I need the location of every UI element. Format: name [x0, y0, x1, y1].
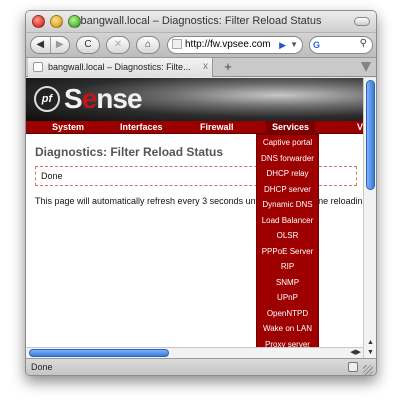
- horizontal-scroll-thumb[interactable]: [29, 349, 169, 357]
- vertical-scrollbar[interactable]: ▲ ▼: [363, 78, 376, 358]
- status-bar-text: Done: [31, 362, 53, 372]
- menu-item-olsr[interactable]: OLSR: [257, 228, 318, 244]
- nav-services[interactable]: Services: [266, 121, 316, 134]
- url-text: http://fw.vpsee.com: [185, 39, 271, 50]
- title-bar[interactable]: bangwall.local – Diagnostics: Filter Rel…: [26, 11, 376, 33]
- reload-button[interactable]: C: [76, 36, 100, 54]
- pfsense-logo-icon: pf: [34, 86, 60, 112]
- menu-item-dynamic-dns[interactable]: Dynamic DNS: [257, 197, 318, 213]
- services-dropdown-menu: Captive portal DNS forwarder DHCP relay …: [256, 134, 319, 353]
- main-nav: System Interfaces Firewall Services V: [26, 121, 363, 134]
- status-bar: Done: [26, 358, 376, 375]
- back-forward-buttons: ◀ ▶: [30, 36, 70, 54]
- nav-system[interactable]: System: [52, 121, 84, 134]
- go-arrow-icon[interactable]: ▶: [279, 37, 286, 53]
- resize-grip-icon[interactable]: [363, 365, 373, 375]
- horizontal-scroll-arrows-icon[interactable]: ◀▶: [350, 348, 363, 358]
- window-title: bangwall.local – Diagnostics: Filter Rel…: [80, 15, 322, 27]
- menu-item-openntpd[interactable]: OpenNTPD: [257, 306, 318, 322]
- search-field[interactable]: G ⚲: [309, 36, 373, 54]
- page-title: Diagnostics: Filter Reload Status: [35, 145, 224, 159]
- browser-window: bangwall.local – Diagnostics: Filter Rel…: [25, 10, 377, 376]
- menu-item-dhcp-relay[interactable]: DHCP relay: [257, 166, 318, 182]
- menu-item-upnp[interactable]: UPnP: [257, 290, 318, 306]
- menu-item-load-balancer[interactable]: Load Balancer: [257, 213, 318, 229]
- menu-item-wake-on-lan[interactable]: Wake on LAN: [257, 321, 318, 337]
- logo-text-post: nse: [96, 83, 142, 114]
- new-tab-button[interactable]: +: [220, 58, 236, 77]
- tab-strip: bangwall.local – Diagnostics: Filte... x…: [26, 57, 376, 77]
- menu-item-snmp[interactable]: SNMP: [257, 275, 318, 291]
- nav-firewall[interactable]: Firewall: [200, 121, 234, 134]
- back-button[interactable]: ◀: [31, 37, 50, 53]
- tab-label: bangwall.local – Diagnostics: Filte...: [48, 62, 191, 72]
- stop-button[interactable]: ✕: [106, 36, 130, 54]
- logo-text-pre: S: [64, 83, 83, 114]
- nav-interfaces[interactable]: Interfaces: [120, 121, 163, 134]
- url-history-dropdown-icon[interactable]: ▼: [290, 37, 298, 53]
- toolbar-toggle-button[interactable]: [354, 17, 370, 26]
- tab-close-icon[interactable]: x: [203, 58, 208, 76]
- page-content: pf Sense System Interfaces Firewall Serv…: [26, 78, 363, 358]
- navigation-toolbar: ◀ ▶ C ✕ ⌂ http://fw.vpsee.com ▶ ▼ G ⚲: [26, 33, 376, 57]
- tab-active[interactable]: bangwall.local – Diagnostics: Filte... x: [28, 58, 213, 77]
- logo-text-accent: e: [81, 83, 98, 114]
- site-header-banner: pf Sense: [26, 78, 363, 121]
- site-logo-text: Sense: [64, 83, 143, 115]
- menu-item-dhcp-server[interactable]: DHCP server: [257, 182, 318, 198]
- vertical-scroll-arrows-icon[interactable]: ▲ ▼: [364, 338, 376, 358]
- forward-button[interactable]: ▶: [49, 37, 70, 53]
- menu-item-rip[interactable]: RIP: [257, 259, 318, 275]
- tab-list-chevron-icon[interactable]: [361, 62, 371, 72]
- horizontal-scrollbar[interactable]: ◀▶: [26, 347, 363, 358]
- tab-favicon-icon: [33, 62, 43, 72]
- magnifier-icon[interactable]: ⚲: [360, 38, 367, 49]
- home-button[interactable]: ⌂: [136, 36, 160, 54]
- site-favicon-icon: [172, 39, 182, 49]
- url-field[interactable]: http://fw.vpsee.com ▶ ▼: [167, 36, 303, 54]
- menu-item-dns-forwarder[interactable]: DNS forwarder: [257, 151, 318, 167]
- vertical-scroll-thumb[interactable]: [366, 80, 375, 190]
- menu-item-pppoe-server[interactable]: PPPoE Server: [257, 244, 318, 260]
- status-extension-icon[interactable]: [348, 362, 358, 372]
- search-engine-icon[interactable]: G: [313, 39, 327, 51]
- menu-item-captive-portal[interactable]: Captive portal: [257, 135, 318, 151]
